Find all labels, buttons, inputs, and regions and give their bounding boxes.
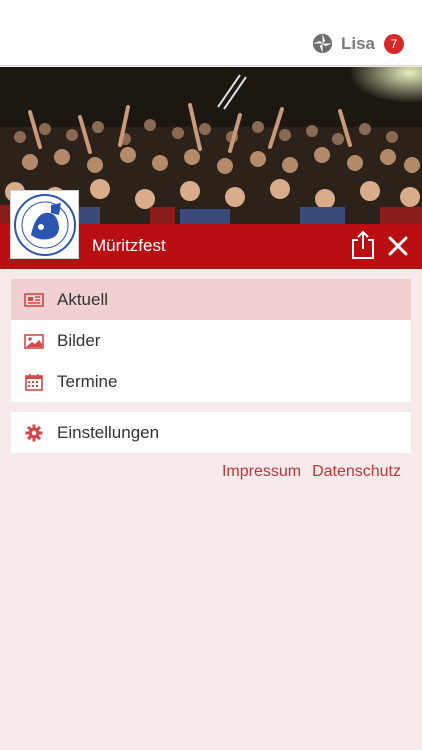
settings-menu: Einstellungen	[11, 412, 411, 453]
menu-item-aktuell[interactable]: Aktuell	[11, 279, 411, 320]
menu-item-bilder[interactable]: Bilder	[11, 320, 411, 361]
menu-item-label: Einstellungen	[57, 422, 160, 442]
image-icon	[24, 333, 44, 349]
app-title: Müritzfest	[92, 236, 166, 255]
gear-icon	[25, 424, 43, 441]
user-menu[interactable]: Lisa 7	[312, 33, 404, 54]
main-menu: Aktuell Bilder Termine	[11, 279, 411, 402]
menu-item-termine[interactable]: Termine	[11, 361, 411, 402]
menu-item-label: Termine	[57, 371, 118, 391]
newspaper-icon	[24, 292, 44, 307]
impressum-link[interactable]: Impressum	[222, 463, 301, 481]
menu-item-einstellungen[interactable]: Einstellungen	[11, 412, 411, 453]
user-name: Lisa	[340, 33, 375, 53]
notification-badge[interactable]: 7	[384, 33, 404, 54]
top-bar: Lisa 7	[0, 0, 422, 66]
menu-item-label: Bilder	[57, 330, 101, 350]
close-icon[interactable]	[386, 234, 410, 258]
footer-links: Impressum Datenschutz	[222, 463, 401, 481]
festival-logo	[10, 190, 79, 259]
calendar-icon	[25, 373, 43, 391]
datenschutz-link[interactable]: Datenschutz	[312, 463, 401, 481]
festival-seal-icon	[13, 193, 76, 256]
share-icon[interactable]	[350, 230, 376, 260]
menu-item-label: Aktuell	[57, 289, 109, 309]
user-logo-icon	[312, 33, 333, 54]
